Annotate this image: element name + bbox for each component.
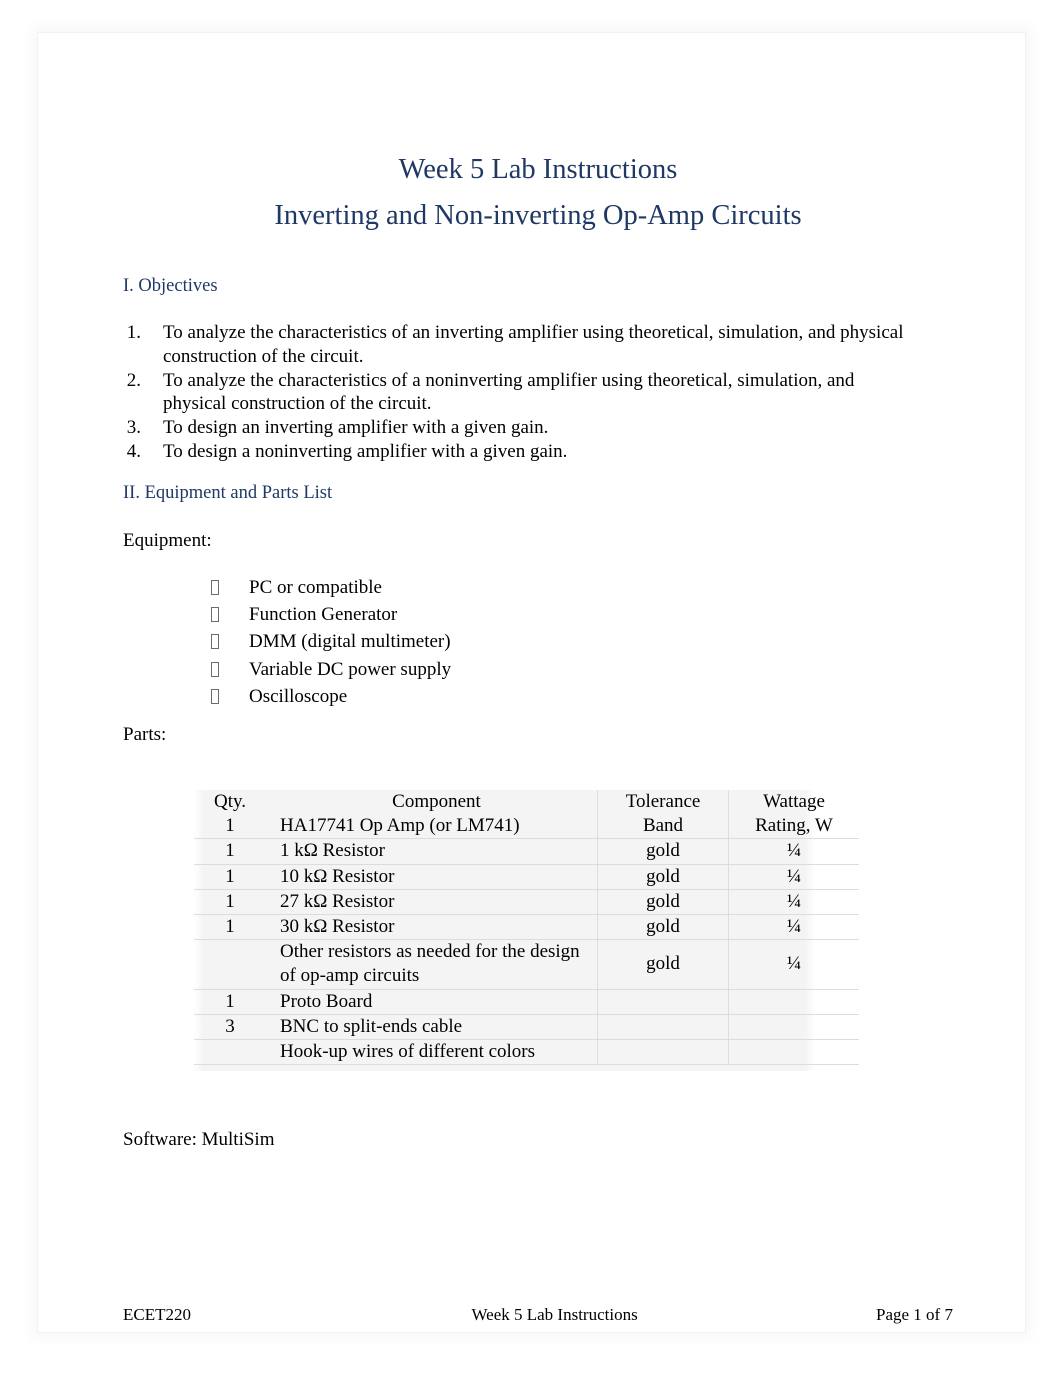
list-item: 1. To analyze the characteristics of an … xyxy=(123,321,953,369)
list-item-number: 3. xyxy=(126,417,141,439)
list-item: Oscilloscope xyxy=(211,684,451,711)
table-row: 1 27 kΩ Resistor gold ¼ xyxy=(194,889,859,916)
table-header-row: Qty. Component Tolerance Wattage xyxy=(194,790,859,815)
section-heading-equipment-and-parts-list: II. Equipment and Parts List xyxy=(123,483,333,503)
cell-component: 1 kΩ Resistor xyxy=(266,838,598,865)
footer-document-name: Week 5 Lab Instructions xyxy=(471,1305,638,1324)
cell-qty: 3 xyxy=(194,1014,266,1041)
equipment-bullet-list: PC or compatible Function Generator DMM … xyxy=(211,575,451,711)
footer-page-number: Page 1 of 7 xyxy=(876,1305,953,1324)
list-item: PC or compatible xyxy=(211,575,451,602)
page-footer: ECET220 Week 5 Lab Instructions Page 1 o… xyxy=(123,1305,953,1325)
footer-course-code: ECET220 xyxy=(123,1305,191,1324)
table-row: Other resistors as needed for the design… xyxy=(194,939,859,990)
list-item-text: To analyze the characteristics of an inv… xyxy=(163,322,904,367)
table-row: 1 30 kΩ Resistor gold ¼ xyxy=(194,914,859,941)
list-item: Function Generator xyxy=(211,602,451,629)
cell-qty: 1 xyxy=(194,914,266,941)
cell-qty: 1 xyxy=(194,864,266,890)
cell-tolerance: gold xyxy=(597,914,729,941)
bullet-box-icon xyxy=(211,686,249,711)
cell-wattage xyxy=(728,1014,859,1041)
parts-table-container: Qty. Component Tolerance Wattage 1 HA177… xyxy=(194,790,859,1072)
parts-table: Qty. Component Tolerance Wattage 1 HA177… xyxy=(194,790,859,1066)
cell-tolerance xyxy=(597,1014,729,1041)
cell-tolerance: gold xyxy=(597,889,729,916)
list-item-label: Variable DC power supply xyxy=(249,658,452,680)
list-item-number: 2. xyxy=(126,369,141,391)
column-header-tolerance: Tolerance xyxy=(597,790,729,815)
column-header-component: Component xyxy=(266,790,598,815)
bullet-box-icon xyxy=(211,577,249,602)
cell-component: Other resistors as needed for the design… xyxy=(266,939,598,990)
cell-qty: 1 xyxy=(194,838,266,865)
cell-wattage xyxy=(728,1039,859,1066)
cell-tolerance xyxy=(597,1039,729,1066)
cell-qty: 1 xyxy=(194,989,266,1015)
column-header-tolerance-band: Band xyxy=(597,814,729,840)
list-item: 2. To analyze the characteristics of a n… xyxy=(123,369,953,417)
cell-component: HA17741 Op Amp (or LM741) xyxy=(266,814,598,840)
list-item-number: 1. xyxy=(126,322,141,343)
bullet-box-icon xyxy=(211,631,249,656)
column-header-wattage-rating: Rating, W xyxy=(728,814,859,840)
list-item-text: To design a noninverting amplifier with … xyxy=(163,440,568,462)
table-row: 1 Proto Board xyxy=(194,989,859,1015)
list-item-text: To design an inverting amplifier with a … xyxy=(163,417,549,439)
table-row: 3 BNC to split-ends cable xyxy=(194,1014,859,1041)
list-item: DMM (digital multimeter) xyxy=(211,629,451,656)
column-header-qty: Qty. xyxy=(213,791,247,812)
cell-component: Proto Board xyxy=(266,989,598,1015)
cell-qty xyxy=(194,1039,266,1066)
page-content-area: Week 5 Lab Instructions Inverting and No… xyxy=(123,33,953,1332)
cell-wattage: ¼ xyxy=(728,864,859,890)
list-item-text: To analyze the characteristics of a noni… xyxy=(163,369,855,415)
section-heading-objectives: I. Objectives xyxy=(123,276,218,296)
cell-tolerance: gold xyxy=(597,838,729,865)
table-row: 1 HA17741 Op Amp (or LM741) Band Rating,… xyxy=(194,814,859,840)
document-title-line-2: Inverting and Non-inverting Op-Amp Circu… xyxy=(274,200,802,231)
cell-qty: 1 xyxy=(194,889,266,916)
cell-wattage: ¼ xyxy=(728,914,859,941)
cell-wattage xyxy=(728,989,859,1015)
parts-label: Parts: xyxy=(123,724,167,745)
cell-component: BNC to split-ends cable xyxy=(266,1014,598,1041)
cell-component: 10 kΩ Resistor xyxy=(266,864,598,890)
list-item-label: PC or compatible xyxy=(249,577,382,598)
bullet-box-icon xyxy=(211,604,249,629)
bullet-box-icon xyxy=(211,659,249,684)
table-row: Hook-up wires of different colors xyxy=(194,1039,859,1066)
table-row: 1 1 kΩ Resistor gold ¼ xyxy=(194,838,859,865)
cell-qty: 1 xyxy=(194,814,266,840)
cell-tolerance xyxy=(597,989,729,1015)
list-item-label: Function Generator xyxy=(249,604,398,626)
list-item: Variable DC power supply xyxy=(211,657,451,684)
equipment-label: Equipment: xyxy=(123,530,212,551)
software-line: Software: MultiSim xyxy=(123,1129,275,1150)
cell-tolerance: gold xyxy=(597,864,729,890)
cell-wattage: ¼ xyxy=(728,939,859,990)
cell-tolerance: gold xyxy=(597,939,729,990)
list-item: 4. To design a noninverting amplifier wi… xyxy=(123,440,953,464)
cell-component: 27 kΩ Resistor xyxy=(266,889,598,916)
list-item-number: 4. xyxy=(126,440,141,462)
cell-qty xyxy=(194,939,266,990)
column-header-wattage: Wattage xyxy=(763,791,825,812)
list-item-label: DMM (digital multimeter) xyxy=(249,631,451,653)
list-item: 3. To design an inverting amplifier with… xyxy=(123,416,953,440)
document-title-line-1: Week 5 Lab Instructions xyxy=(398,154,678,185)
cell-component: Hook-up wires of different colors xyxy=(266,1039,598,1066)
objectives-list: 1. To analyze the characteristics of an … xyxy=(123,321,953,464)
list-item-label: Oscilloscope xyxy=(249,685,348,707)
document-page: Week 5 Lab Instructions Inverting and No… xyxy=(38,33,1025,1332)
cell-wattage: ¼ xyxy=(728,889,859,916)
cell-wattage: ¼ xyxy=(728,838,859,865)
cell-component: 30 kΩ Resistor xyxy=(266,914,598,941)
table-row: 1 10 kΩ Resistor gold ¼ xyxy=(194,864,859,890)
